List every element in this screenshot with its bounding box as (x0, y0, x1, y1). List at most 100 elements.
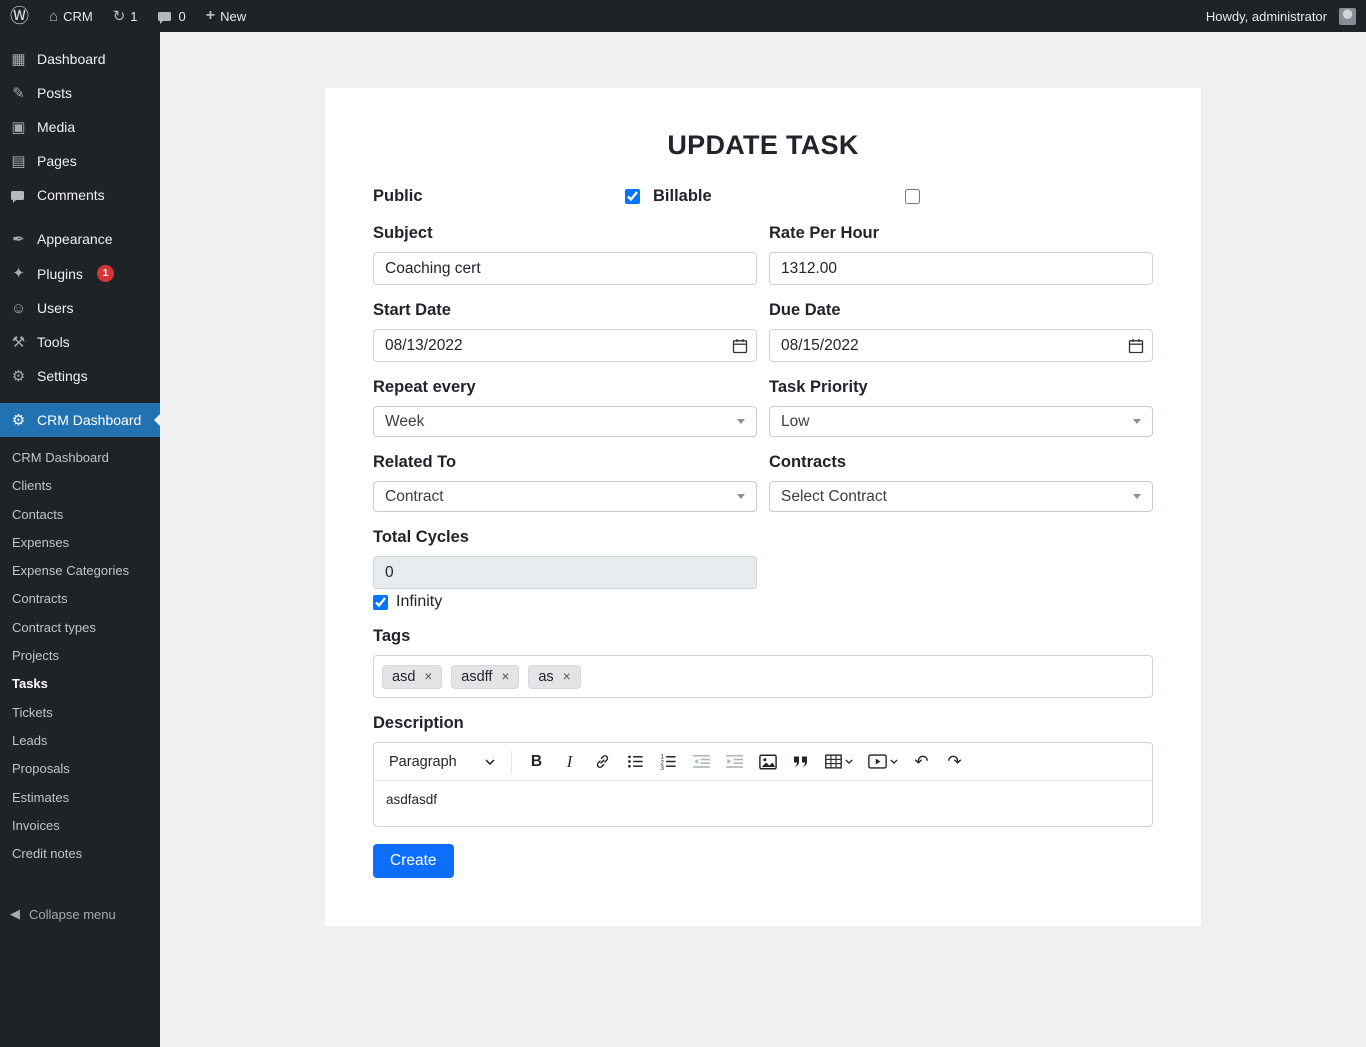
infinity-checkbox[interactable] (373, 595, 388, 610)
rate-per-hour-input[interactable] (769, 252, 1153, 285)
submenu-item-estimates[interactable]: Estimates (0, 784, 160, 812)
contracts-label: Contracts (769, 453, 1153, 472)
remove-tag-icon[interactable]: × (501, 670, 509, 684)
submenu-item-tickets[interactable]: Tickets (0, 699, 160, 727)
new-label: New (220, 9, 246, 24)
users-icon: ☺ (9, 301, 28, 316)
sidebar-item-posts[interactable]: ✎ Posts (0, 76, 160, 110)
new-content-link[interactable]: + New (196, 0, 256, 32)
submenu-item-leads[interactable]: Leads (0, 727, 160, 755)
sidebar-item-appearance[interactable]: ✒ Appearance (0, 222, 160, 256)
collapse-menu-button[interactable]: ◀ Collapse menu (0, 896, 160, 932)
table-button[interactable] (820, 748, 858, 775)
home-icon: ⌂ (49, 9, 58, 24)
italic-button[interactable]: I (556, 748, 583, 775)
billable-label: Billable (653, 187, 712, 206)
undo-button[interactable]: ↶ (908, 748, 935, 775)
insert-image-button[interactable] (754, 748, 781, 775)
repeat-every-select[interactable]: Week (373, 406, 757, 437)
tag-text: as (538, 669, 553, 685)
sidebar-item-tools[interactable]: ⚒ Tools (0, 325, 160, 359)
sidebar-item-media[interactable]: ▣ Media (0, 110, 160, 144)
update-task-card: UPDATE TASK Public Billable Subject Rate… (325, 88, 1201, 926)
sidebar-item-comments[interactable]: Comments (0, 178, 160, 212)
account-menu-link[interactable]: Howdy, administrator (1196, 0, 1366, 32)
chevron-down-icon (1133, 494, 1141, 499)
submenu-item-tasks[interactable]: Tasks (0, 670, 160, 698)
repeat-every-label: Repeat every (373, 378, 757, 397)
indent-icon (726, 754, 743, 769)
submenu-item-crm-dashboard[interactable]: CRM Dashboard (0, 444, 160, 472)
indent-button[interactable] (721, 748, 748, 775)
submenu-item-projects[interactable]: Projects (0, 642, 160, 670)
image-icon (759, 754, 777, 770)
paragraph-style-select[interactable]: Paragraph (381, 750, 503, 774)
sidebar-item-users[interactable]: ☺ Users (0, 291, 160, 325)
related-to-select[interactable]: Contract (373, 481, 757, 512)
submenu-item-contracts[interactable]: Contracts (0, 585, 160, 613)
updates-count: 1 (130, 9, 137, 24)
submenu-item-contacts[interactable]: Contacts (0, 501, 160, 529)
submenu-item-proposals[interactable]: Proposals (0, 755, 160, 783)
link-button[interactable] (589, 748, 616, 775)
public-checkbox[interactable] (625, 189, 640, 204)
bullet-list-button[interactable] (622, 748, 649, 775)
submenu-item-credit-notes[interactable]: Credit notes (0, 840, 160, 868)
description-editor: Paragraph B I 123 (373, 742, 1153, 827)
insert-media-button[interactable] (864, 748, 902, 775)
chevron-down-icon (845, 759, 853, 764)
pages-icon: ▤ (9, 154, 28, 169)
quote-icon (793, 755, 808, 768)
submenu-item-invoices[interactable]: Invoices (0, 812, 160, 840)
due-date-input[interactable] (769, 329, 1153, 362)
submenu-item-expenses[interactable]: Expenses (0, 529, 160, 557)
crm-submenu: CRM Dashboard Clients Contacts Expenses … (0, 437, 160, 870)
submenu-item-expense-categories[interactable]: Expense Categories (0, 557, 160, 585)
create-button[interactable]: Create (373, 844, 454, 878)
task-priority-select[interactable]: Low (769, 406, 1153, 437)
submenu-item-clients[interactable]: Clients (0, 472, 160, 500)
calendar-icon[interactable] (1128, 338, 1144, 354)
comments-link[interactable]: 0 (148, 0, 196, 32)
task-priority-label: Task Priority (769, 378, 1153, 397)
sidebar-item-pages[interactable]: ▤ Pages (0, 144, 160, 178)
rate-per-hour-label: Rate Per Hour (769, 224, 1153, 243)
remove-tag-icon[interactable]: × (424, 670, 432, 684)
numbered-list-button[interactable]: 123 (655, 748, 682, 775)
tags-label: Tags (373, 627, 1153, 646)
bold-button[interactable]: B (523, 748, 550, 775)
tools-icon: ⚒ (9, 335, 28, 350)
svg-text:3: 3 (660, 765, 664, 770)
billable-checkbox[interactable] (905, 189, 920, 204)
blockquote-button[interactable] (787, 748, 814, 775)
redo-button[interactable]: ↷ (941, 748, 968, 775)
description-content[interactable]: asdfasdf (374, 781, 1152, 826)
sidebar-item-dashboard[interactable]: ▦ Dashboard (0, 42, 160, 76)
sidebar-item-plugins[interactable]: ✦ Plugins 1 (0, 256, 160, 291)
posts-icon: ✎ (9, 86, 28, 101)
sidebar-item-settings[interactable]: ⚙ Settings (0, 359, 160, 393)
avatar (1339, 8, 1356, 25)
site-name-link[interactable]: ⌂ CRM (39, 0, 103, 32)
checkbox-row: Public Billable (373, 187, 1153, 206)
media-icon: ▣ (9, 120, 28, 135)
contracts-select[interactable]: Select Contract (769, 481, 1153, 512)
appearance-icon: ✒ (9, 232, 28, 247)
page-title: UPDATE TASK (373, 130, 1153, 161)
comments-icon (9, 188, 28, 203)
tags-input[interactable]: asd × asdff × as × (373, 655, 1153, 698)
updates-link[interactable]: ↻ 1 (103, 0, 148, 32)
chevron-down-icon (485, 759, 495, 765)
outdent-button[interactable] (688, 748, 715, 775)
description-label: Description (373, 714, 1153, 733)
wordpress-logo-button[interactable]: Ⓦ (0, 0, 39, 32)
paragraph-style-value: Paragraph (389, 754, 457, 770)
tag-pill: asdff × (451, 665, 519, 689)
submenu-item-contract-types[interactable]: Contract types (0, 614, 160, 642)
subject-input[interactable] (373, 252, 757, 285)
tag-text: asd (392, 669, 415, 685)
start-date-input[interactable] (373, 329, 757, 362)
calendar-icon[interactable] (732, 338, 748, 354)
sidebar-item-crm-dashboard[interactable]: ⚙ CRM Dashboard (0, 403, 160, 437)
remove-tag-icon[interactable]: × (563, 670, 571, 684)
